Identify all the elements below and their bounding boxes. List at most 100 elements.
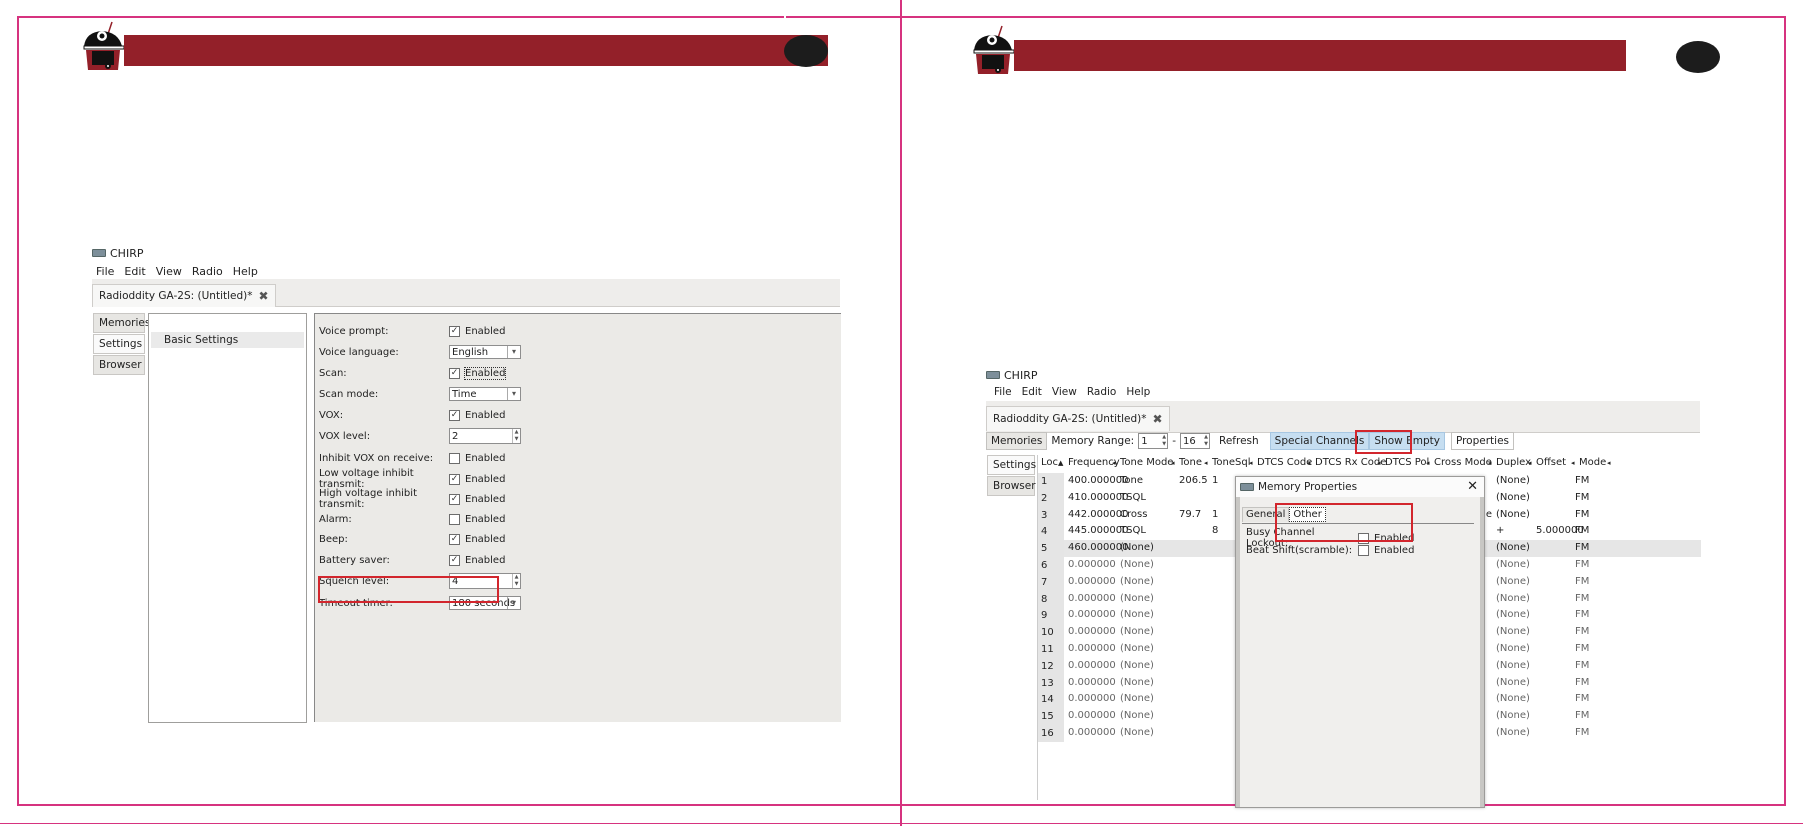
setting-dropdown[interactable]: Time ▾ [449,387,521,401]
chevron-down-icon[interactable]: ▾ [507,597,520,609]
setting-checkbox[interactable]: ✓ [449,554,460,566]
tab-settings-right[interactable]: Settings [987,455,1036,475]
document-tab-label: Radioddity GA-2S: (Untitled)* [99,290,253,302]
setting-checkbox[interactable]: ✓ [449,367,460,379]
sort-arrow-icon[interactable]: ◂ [1249,455,1253,471]
column-header[interactable]: Loc [1041,455,1058,471]
range-to-value: 16 [1183,436,1196,447]
setting-dropdown[interactable]: English ▾ [449,345,521,359]
menu-edit-right[interactable]: Edit [1022,386,1042,398]
tab-settings[interactable]: Settings [93,334,145,354]
sort-arrow-icon[interactable]: ◂ [1488,455,1492,471]
setting-checkbox[interactable]: ✓ [449,473,460,485]
chevron-down-icon[interactable]: ▾ [507,346,520,358]
setting-checkbox[interactable]: ✓ [449,533,460,545]
setting-spinbox[interactable]: 4 ▲ ▼ [449,573,521,589]
window-title: CHIRP [110,246,144,260]
cell-duplex: (None) [1496,609,1530,621]
dialog-checkbox[interactable] [1358,532,1369,544]
cell-mode: FM [1575,475,1590,486]
column-header[interactable]: DTCS Rx Code [1315,455,1386,471]
cell-mode: FM [1575,710,1590,722]
range-from-value: 1 [1141,436,1148,447]
setting-row: VOX: ✓ Enabled [319,405,505,425]
cell-duplex: (None) [1496,559,1530,570]
menu-edit[interactable]: Edit [124,265,145,278]
column-header[interactable]: DTCS Pol [1385,455,1429,471]
dialog-tab-general[interactable]: General [1242,507,1290,522]
right-page: CHIRP File Edit View Radio Help Radioddi… [902,0,1803,826]
setting-checkbox[interactable]: ✓ [449,325,460,337]
column-header[interactable]: Offset [1536,455,1566,471]
menu-help[interactable]: Help [233,265,258,278]
tree-item-basic-settings[interactable]: Basic Settings [151,332,304,348]
setting-dropdown[interactable]: 180 seconds ▾ [449,596,521,610]
dialog-checkbox[interactable] [1358,545,1369,556]
dialog-tab-other[interactable]: Other [1289,507,1326,522]
setting-row: Squelch level: 4 ▲ ▼ [319,571,521,591]
setting-label: Alarm: [319,513,352,525]
spin-arrows-icon[interactable]: ▲ ▼ [512,574,520,588]
menu-file-right[interactable]: File [994,386,1012,398]
tab-memories-right[interactable]: Memories [986,432,1048,450]
menu-radio-right[interactable]: Radio [1087,386,1117,398]
spin-arrows-icon[interactable]: ▲ ▼ [512,429,520,443]
setting-checkbox-label: Enabled [465,533,506,545]
chevron-down-icon[interactable]: ▾ [507,388,520,400]
column-header[interactable]: Mode [1579,455,1606,471]
tab-memories[interactable]: Memories [93,313,150,333]
dialog-tab-divider [1242,523,1474,524]
sort-arrow-icon[interactable]: ◂ [1377,455,1381,471]
sort-arrow-icon[interactable]: ◂ [1204,455,1208,471]
column-header[interactable]: DTCS Code [1257,455,1312,471]
memory-properties-dialog: Memory Properties ✕ General Other Busy C… [1235,476,1485,808]
range-to-input[interactable]: 16 ▲ ▼ [1180,433,1210,449]
special-channels-button[interactable]: Special Channels [1269,432,1370,450]
cell-loc: 4 [1038,523,1064,541]
column-header[interactable]: Duplex [1496,455,1531,471]
properties-button[interactable]: Properties [1450,432,1515,450]
sort-arrow-icon[interactable]: ◂ [1171,455,1175,471]
document-tab[interactable]: Radioddity GA-2S: (Untitled)* ✖ [92,284,276,307]
column-header[interactable]: Tone [1179,455,1202,471]
setting-checkbox-label: Enabled [465,473,506,485]
setting-checkbox[interactable]: ✓ [449,493,460,505]
cell-mode: FM [1575,609,1590,621]
setting-spinbox[interactable]: 2 ▲ ▼ [449,428,521,444]
chirp-memories-window: CHIRP File Edit View Radio Help Radioddi… [986,368,1701,808]
sort-arrow-icon[interactable]: ◂ [1112,455,1116,471]
sort-arrow-icon[interactable]: ◂ [1307,455,1311,471]
setting-label: Inhibit VOX on receive: [319,452,434,464]
tab-browser[interactable]: Browser [93,355,145,375]
range-from-spin-icon[interactable]: ▲ ▼ [1161,434,1167,448]
sort-arrow-icon[interactable]: ▲ [1058,455,1063,471]
tab-browser-right[interactable]: Browser [987,476,1036,496]
setting-checkbox[interactable]: ✓ [449,409,460,421]
show-empty-button[interactable]: Show Empty [1369,432,1445,450]
range-to-spin-icon[interactable]: ▲ ▼ [1203,434,1209,448]
close-tab-icon[interactable]: ✖ [259,289,269,303]
setting-checkbox[interactable] [449,452,460,464]
cell-freq: 0.000000 [1068,727,1116,738]
refresh-button[interactable]: Refresh [1214,432,1264,450]
dialog-title-bar: Memory Properties ✕ [1236,477,1484,497]
dialog-close-icon[interactable]: ✕ [1467,479,1478,494]
header-banner [124,35,828,66]
sort-arrow-icon[interactable]: ◂ [1426,455,1430,471]
menu-help-right[interactable]: Help [1126,386,1150,398]
menu-view-right[interactable]: View [1052,386,1077,398]
sort-arrow-icon[interactable]: ◂ [1571,455,1575,471]
column-header[interactable]: Tone Mode [1120,455,1173,471]
close-tab-icon-right[interactable]: ✖ [1153,412,1163,426]
range-from-input[interactable]: 1 ▲ ▼ [1138,433,1169,449]
document-tab-right[interactable]: Radioddity GA-2S: (Untitled)* ✖ [986,406,1170,431]
setting-checkbox[interactable] [449,513,460,525]
menu-file[interactable]: File [96,265,114,278]
cell-tmode: (None) [1120,710,1154,722]
column-header[interactable]: Cross Mode [1434,455,1492,471]
sort-arrow-icon[interactable]: ◂ [1528,455,1532,471]
sort-arrow-icon[interactable]: ◂ [1607,455,1611,471]
menu-radio[interactable]: Radio [192,265,223,278]
menu-view[interactable]: View [156,265,182,278]
column-header[interactable]: ToneSql [1212,455,1251,471]
